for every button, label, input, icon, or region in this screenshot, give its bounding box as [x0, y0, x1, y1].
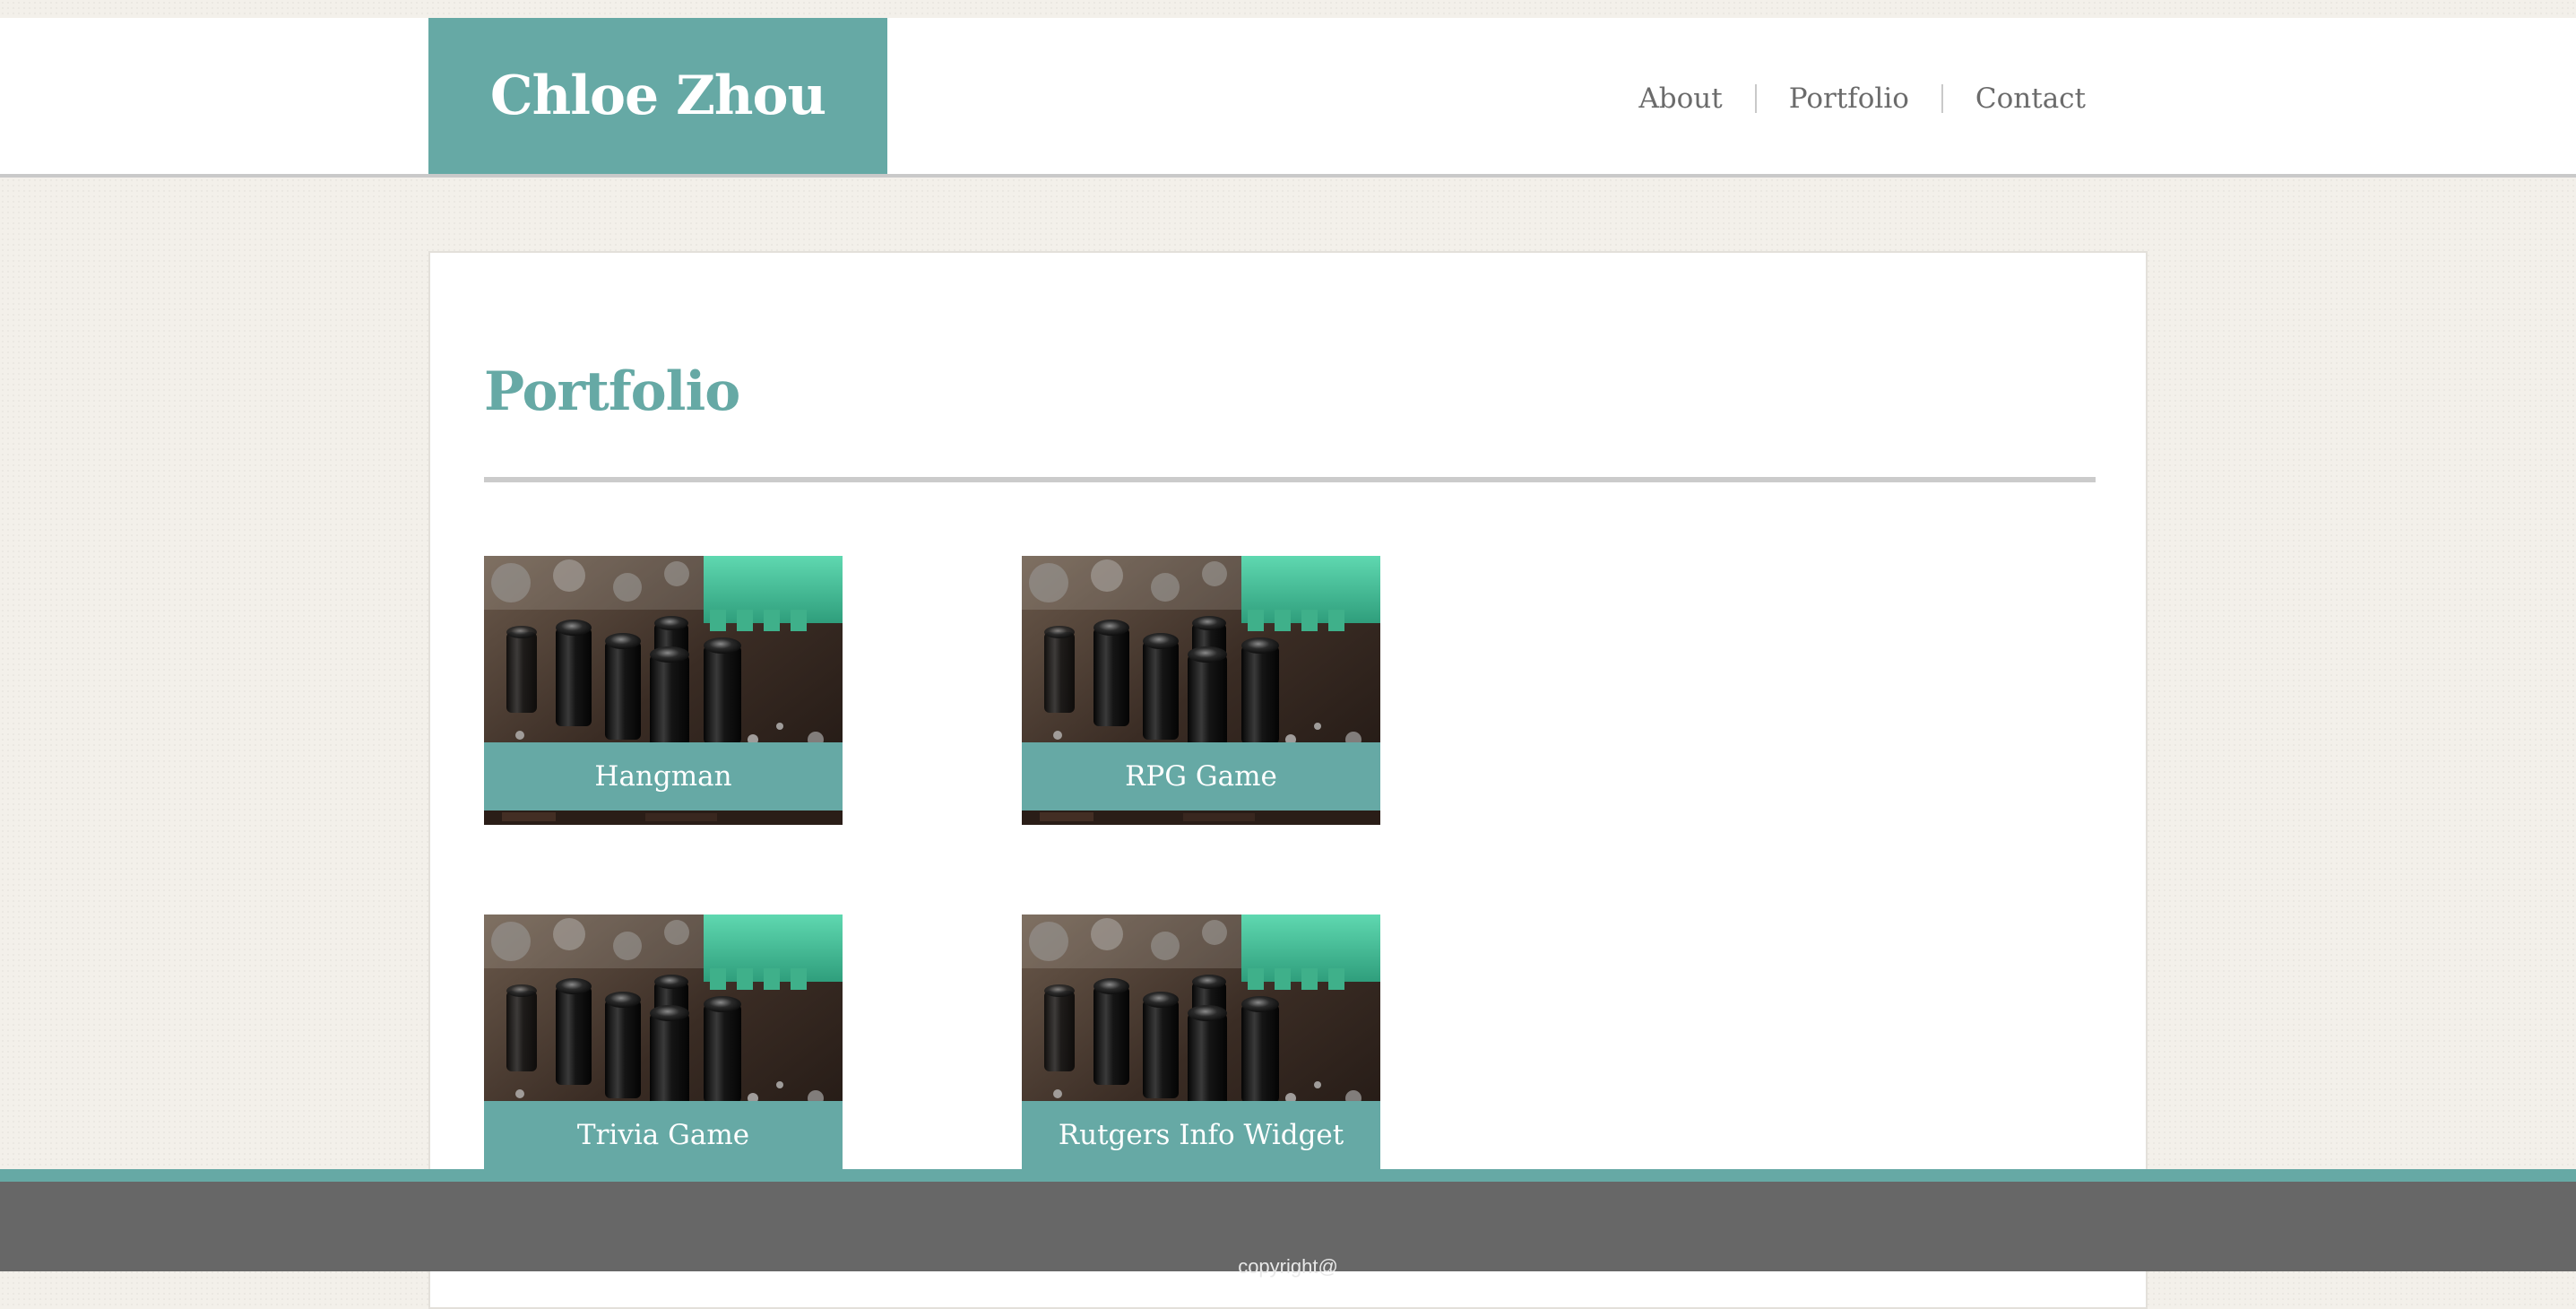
project-tile-trivia-game[interactable]: Trivia Game	[484, 915, 843, 1183]
project-label: Rutgers Info Widget	[1022, 1101, 1380, 1169]
page-title: Portfolio	[484, 360, 740, 423]
project-tile-rpg-game[interactable]: RPG Game	[1022, 556, 1380, 825]
nav-about-link[interactable]: About	[1635, 82, 1725, 115]
site-logo[interactable]: Chloe Zhou	[428, 18, 887, 174]
project-label: Hangman	[484, 742, 843, 811]
nav-contact-link[interactable]: Contact	[1972, 82, 2089, 115]
project-label: RPG Game	[1022, 742, 1380, 811]
project-tile-hangman[interactable]: Hangman	[484, 556, 843, 825]
site-title: Chloe Zhou	[489, 65, 826, 127]
nav-divider	[1941, 84, 1943, 113]
portfolio-section: Portfolio Hangman RPG Game Trivia Game R…	[428, 251, 2148, 1309]
nav-divider	[1754, 84, 1757, 113]
copyright-text: copyright@	[1238, 1255, 1338, 1278]
project-tile-rutgers-info-widget[interactable]: Rutgers Info Widget	[1022, 915, 1380, 1183]
main-nav: About Portfolio Contact	[1635, 72, 2089, 126]
site-footer: copyright@	[0, 1169, 2576, 1278]
project-label: Trivia Game	[484, 1101, 843, 1169]
title-divider	[484, 477, 2096, 482]
site-header	[0, 18, 2576, 178]
nav-portfolio-link[interactable]: Portfolio	[1785, 82, 1913, 115]
